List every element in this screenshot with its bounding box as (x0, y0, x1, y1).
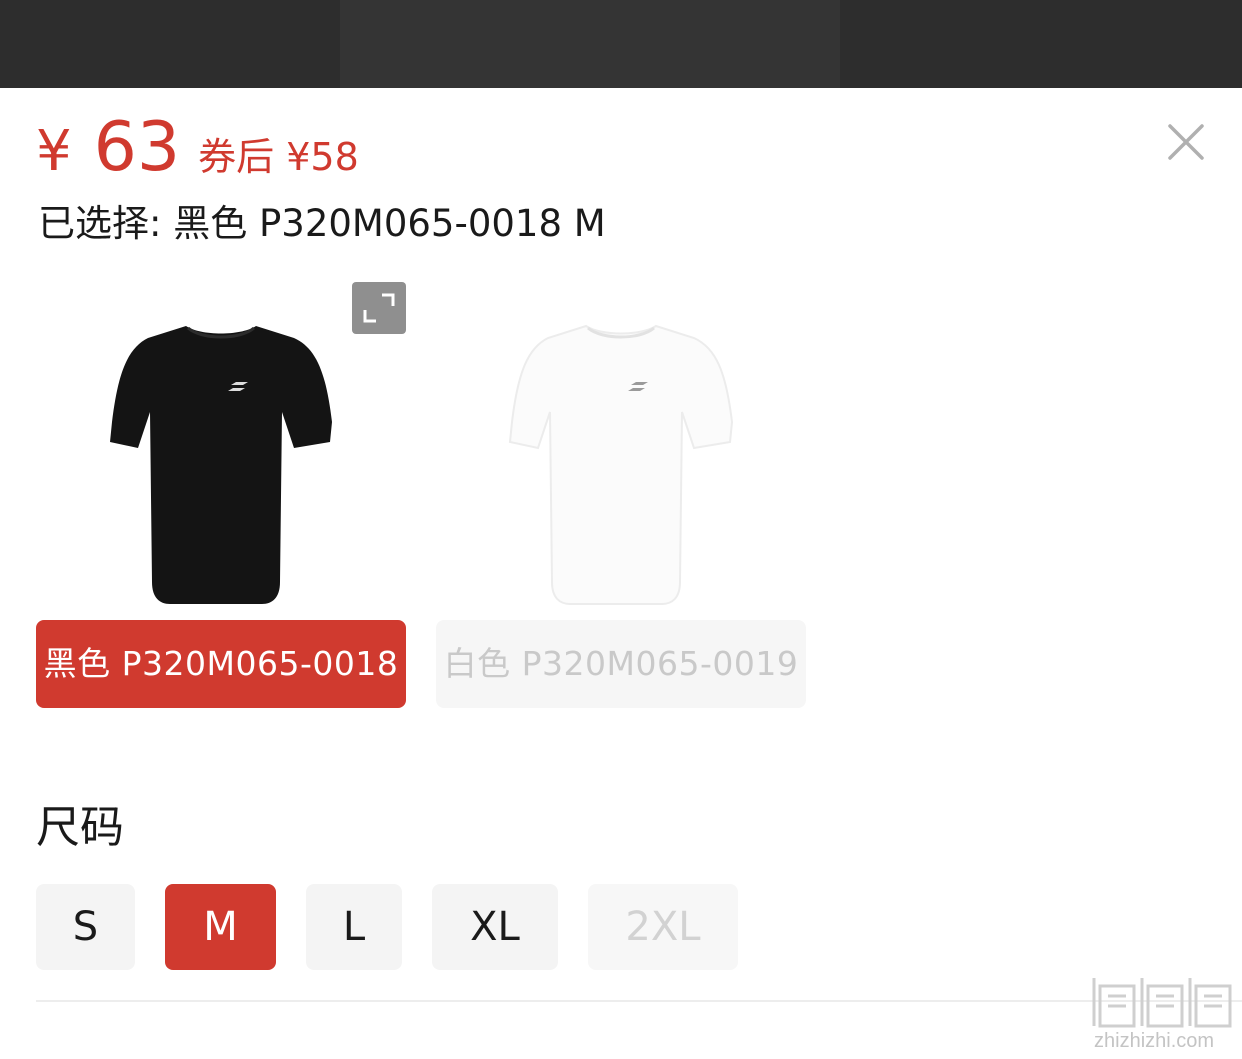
watermark-text: zhizhizhi.com (1094, 1030, 1215, 1052)
watermark-logo (1092, 978, 1232, 1028)
size-option-m[interactable]: M (165, 884, 276, 970)
overlay-shade (340, 0, 840, 88)
black-tshirt-image (110, 326, 332, 604)
dimmed-page-overlay[interactable] (0, 0, 1242, 88)
section-divider (36, 1000, 1242, 1002)
price-amount: 63 (93, 108, 181, 187)
selected-variant-text: 已选择: 黑色 P320M065-0018 M (38, 202, 606, 245)
size-section-title: 尺码 (36, 802, 124, 853)
size-option-s[interactable]: S (36, 884, 135, 970)
size-option-l[interactable]: L (306, 884, 402, 970)
site-watermark: zhizhizhi.com (1090, 972, 1240, 1056)
price-row: ¥ 63 券后 ¥58 (36, 108, 359, 187)
size-option-xl[interactable]: XL (432, 884, 558, 970)
close-icon (1168, 124, 1204, 160)
expand-image-button[interactable] (352, 282, 406, 334)
coupon-price: 券后 ¥58 (198, 135, 359, 179)
close-button[interactable] (1164, 120, 1208, 164)
color-label-white: 白色 P320M065-0019 (436, 620, 806, 708)
size-option-2xl[interactable]: 2XL (588, 884, 738, 970)
color-label-black: 黑色 P320M065-0018 (36, 620, 406, 708)
expand-icon (363, 293, 395, 323)
price-currency-symbol: ¥ (36, 119, 72, 184)
white-tshirt-image (508, 324, 734, 605)
